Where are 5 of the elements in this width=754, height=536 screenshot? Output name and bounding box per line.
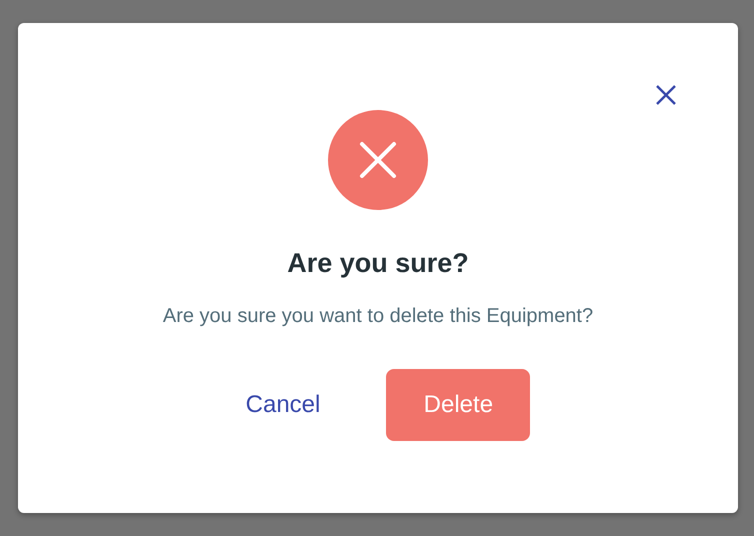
close-icon[interactable] <box>655 84 677 106</box>
error-icon <box>328 110 428 210</box>
dialog-message: Are you sure you want to delete this Equipment? <box>162 305 594 328</box>
dialog-title: Are you sure? <box>287 248 469 279</box>
cancel-button[interactable]: Cancel <box>226 381 340 429</box>
